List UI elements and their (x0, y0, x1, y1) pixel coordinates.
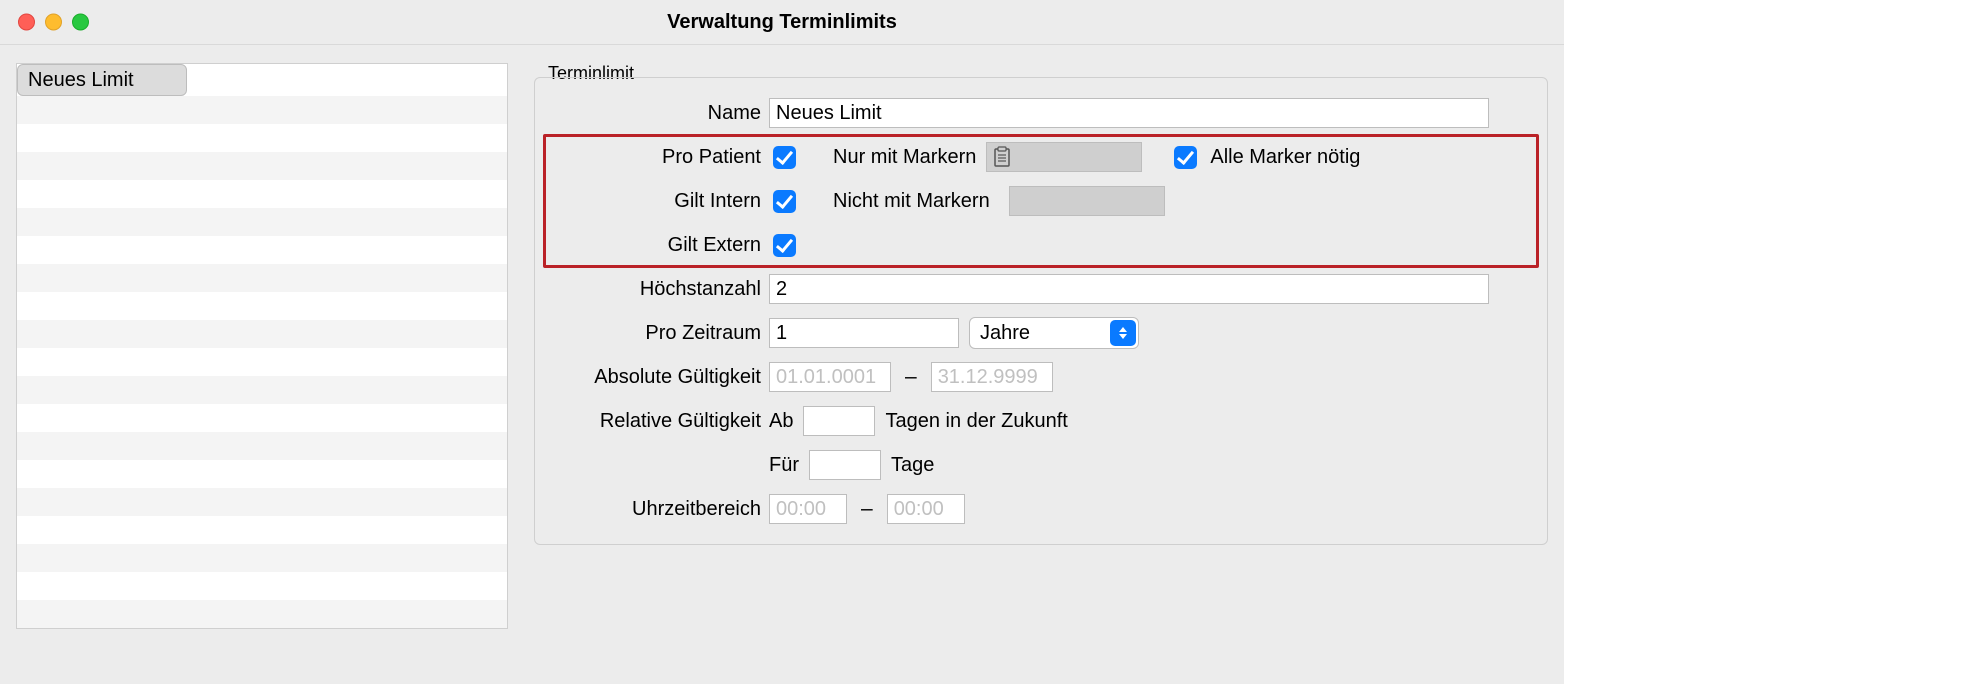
rel-fuer-field[interactable] (809, 450, 881, 480)
label-uhrzeitbereich: Uhrzeitbereich (549, 498, 769, 521)
window-title: Verwaltung Terminlimits (667, 11, 897, 34)
abs-to-field[interactable] (931, 362, 1053, 392)
list-item[interactable] (17, 124, 507, 152)
list-item[interactable] (17, 572, 507, 600)
list-item[interactable] (17, 292, 507, 320)
time-to-field[interactable] (887, 494, 965, 524)
label-hoechstanzahl: Höchstanzahl (549, 278, 769, 301)
gilt-intern-checkbox[interactable] (773, 190, 796, 213)
maximize-icon[interactable] (72, 14, 89, 31)
chevron-updown-icon (1110, 320, 1136, 346)
clipboard-icon (993, 146, 1011, 168)
minimize-icon[interactable] (45, 14, 62, 31)
pro-zeitraum-unit-select[interactable]: Jahre (969, 317, 1139, 349)
gilt-extern-checkbox[interactable] (773, 234, 796, 257)
nur-mit-markern-field[interactable] (986, 142, 1142, 172)
list-item[interactable]: Neues Limit (17, 64, 187, 96)
list-item[interactable] (17, 208, 507, 236)
label-fuer: Für (769, 454, 799, 477)
list-item[interactable] (17, 544, 507, 572)
pro-patient-checkbox[interactable] (773, 146, 796, 169)
label-tage: Tage (891, 454, 934, 477)
list-item[interactable] (17, 516, 507, 544)
label-gilt-extern: Gilt Extern (549, 234, 769, 257)
label-pro-zeitraum: Pro Zeitraum (549, 322, 769, 345)
dash: – (901, 365, 921, 389)
pro-zeitraum-value[interactable] (769, 318, 959, 348)
titlebar: Verwaltung Terminlimits (0, 0, 1564, 45)
time-from-field[interactable] (769, 494, 847, 524)
list-item[interactable] (17, 348, 507, 376)
list-item[interactable] (17, 376, 507, 404)
label-alle-marker: Alle Marker nötig (1210, 146, 1360, 169)
list-item[interactable] (17, 404, 507, 432)
close-icon[interactable] (18, 14, 35, 31)
list-item[interactable] (17, 488, 507, 516)
label-nur-mit-markern: Nur mit Markern (833, 146, 976, 169)
limit-list[interactable]: Neues Limit (16, 63, 508, 629)
label-tagen-zukunft: Tagen in der Zukunft (885, 410, 1067, 433)
list-item[interactable] (17, 236, 507, 264)
alle-marker-checkbox[interactable] (1174, 146, 1197, 169)
window-body: Neues Limit Terminlimit Name Pro Pat (0, 45, 1564, 629)
group-box: Name Pro Patient Nur mit Markern (534, 77, 1548, 545)
select-value: Jahre (980, 322, 1030, 345)
list-item[interactable] (17, 432, 507, 460)
label-pro-patient: Pro Patient (549, 146, 769, 169)
window: Verwaltung Terminlimits Neues Limit Term… (0, 0, 1564, 684)
list-item[interactable] (17, 600, 507, 628)
abs-from-field[interactable] (769, 362, 891, 392)
label-gilt-intern: Gilt Intern (549, 190, 769, 213)
list-item[interactable] (17, 152, 507, 180)
list-item[interactable] (17, 264, 507, 292)
label-nicht-mit-markern: Nicht mit Markern (833, 190, 999, 213)
label-absolute-gueltigkeit: Absolute Gültigkeit (549, 366, 769, 389)
label-name: Name (549, 102, 769, 125)
list-item[interactable] (17, 180, 507, 208)
rel-ab-field[interactable] (803, 406, 875, 436)
nicht-mit-markern-field[interactable] (1009, 186, 1165, 216)
list-item[interactable] (17, 96, 507, 124)
terminlimit-group: Terminlimit Name Pro Patient (534, 77, 1548, 545)
label-relative-gueltigkeit: Relative Gültigkeit (549, 410, 769, 433)
list-item[interactable] (17, 320, 507, 348)
name-field[interactable] (769, 98, 1489, 128)
list-item[interactable] (17, 460, 507, 488)
dash: – (857, 497, 877, 521)
traffic-lights (18, 14, 89, 31)
label-ab: Ab (769, 410, 793, 433)
hoechstanzahl-field[interactable] (769, 274, 1489, 304)
